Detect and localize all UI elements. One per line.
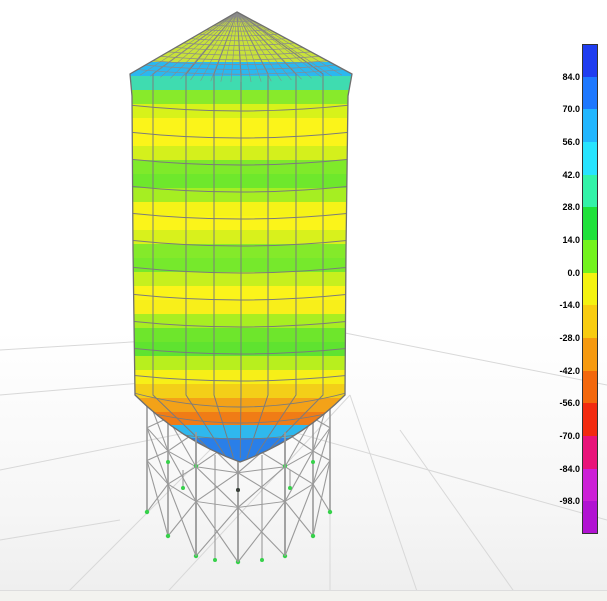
legend-label: 28.0	[552, 202, 580, 212]
support-node	[328, 510, 332, 514]
silo-body	[120, 12, 360, 466]
legend-label: 0.0	[552, 268, 580, 278]
stress-band	[120, 272, 360, 287]
legend-swatch	[582, 44, 598, 77]
legend-label: -98.0	[552, 496, 580, 506]
support-ring-beam	[196, 467, 238, 473]
legend-swatch	[582, 436, 598, 469]
stress-band	[120, 160, 360, 175]
legend-label: -14.0	[552, 300, 580, 310]
support-brace	[168, 467, 196, 484]
support-node	[181, 486, 185, 490]
silo-model[interactable]	[0, 0, 607, 600]
legend-label: -42.0	[552, 366, 580, 376]
support-node	[311, 534, 315, 538]
support-node	[311, 460, 315, 464]
support-brace	[168, 501, 196, 536]
stress-band	[120, 188, 360, 203]
stress-band	[120, 146, 360, 161]
legend-swatch	[582, 371, 598, 404]
stress-band	[120, 174, 360, 189]
stress-band	[120, 118, 360, 133]
stress-band	[120, 90, 360, 105]
legend-swatch	[582, 501, 598, 534]
support-node	[166, 534, 170, 538]
legend-label: -56.0	[552, 398, 580, 408]
legend-label: 42.0	[552, 170, 580, 180]
stress-band	[120, 216, 360, 231]
support-brace	[313, 428, 330, 484]
legend-swatch	[582, 338, 598, 371]
support-node	[260, 558, 264, 562]
stress-band	[120, 342, 360, 357]
color-legend: 84.0 70.0 56.0 42.0 28.0 14.0 0.0 -14.0 -28.0 -42…	[552, 42, 607, 534]
model-viewport[interactable]	[0, 0, 607, 600]
stress-band	[120, 258, 360, 273]
legend-label: -84.0	[552, 464, 580, 474]
legend-swatch	[582, 273, 598, 306]
legend-swatch	[582, 240, 598, 273]
stress-band	[120, 398, 360, 413]
support-node	[236, 488, 240, 492]
support-node	[213, 558, 217, 562]
stress-band	[120, 356, 360, 371]
stress-band	[120, 328, 360, 343]
legend-swatch	[582, 142, 598, 175]
support-brace	[196, 473, 238, 502]
legend-swatch	[582, 305, 598, 338]
status-strip	[0, 590, 607, 601]
support-ring-beam	[147, 428, 168, 451]
legend-label: -28.0	[552, 333, 580, 343]
ground-grid-line	[400, 430, 520, 600]
legend-label: 84.0	[552, 72, 580, 82]
ground-grid-line	[350, 395, 420, 600]
legend-swatch	[582, 469, 598, 502]
support-brace	[147, 451, 168, 460]
stress-band	[120, 384, 360, 399]
support-brace	[147, 484, 168, 512]
support-ring-beam	[313, 428, 330, 451]
legend-swatch	[582, 175, 598, 208]
legend-swatch	[582, 109, 598, 142]
legend-label: 56.0	[552, 137, 580, 147]
stress-band	[120, 300, 360, 315]
legend-label: 14.0	[552, 235, 580, 245]
legend-swatch	[582, 403, 598, 436]
legend-swatch	[582, 77, 598, 110]
stress-band	[120, 286, 360, 301]
legend-swatch	[582, 207, 598, 240]
legend-label: -70.0	[552, 431, 580, 441]
support-brace	[196, 507, 238, 556]
stress-band	[120, 202, 360, 217]
legend-label: 70.0	[552, 104, 580, 114]
support-node	[166, 460, 170, 464]
support-node	[145, 510, 149, 514]
support-ring-beam	[196, 501, 238, 507]
support-node	[288, 486, 292, 490]
stress-band	[120, 76, 360, 91]
ground-grid-line	[0, 520, 120, 540]
